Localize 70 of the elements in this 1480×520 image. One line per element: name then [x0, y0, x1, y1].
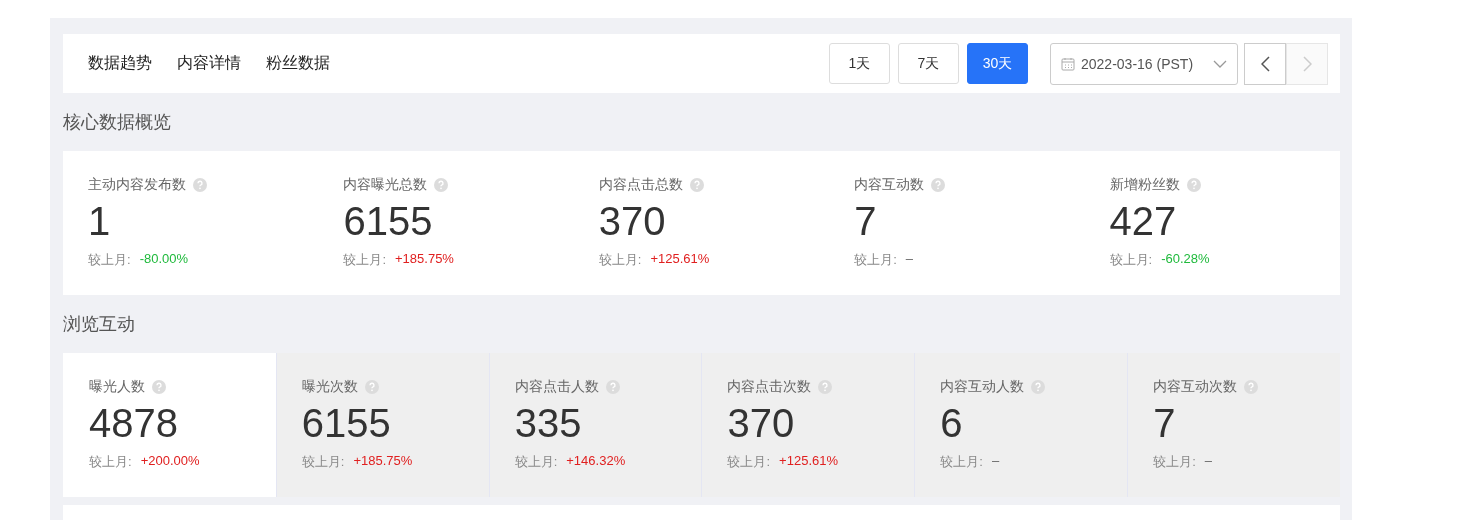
metric-value: 4878	[89, 400, 178, 447]
metric-label: 曝光次数	[301, 378, 358, 396]
metric-label: 新增粉丝数	[1109, 176, 1180, 194]
metric-value: 6	[940, 400, 963, 447]
section-title: 浏览互动	[63, 313, 136, 336]
change-value: –	[991, 453, 1000, 470]
change-value: –	[1204, 453, 1212, 470]
compare-label: 较上月:	[854, 251, 897, 269]
metric-label: 内容点击次数	[727, 378, 812, 396]
help-icon	[1244, 380, 1259, 394]
help-icon	[931, 178, 946, 192]
section-title: 核心数据概览	[63, 111, 172, 134]
change-value: +146.32%	[566, 453, 626, 470]
compare-label: 较上月:	[301, 453, 345, 471]
chevron-left-icon	[1260, 55, 1270, 72]
compare-label: 较上月:	[343, 251, 386, 269]
help-icon	[364, 380, 379, 394]
help-icon	[152, 380, 166, 394]
compare-label: 较上月:	[1153, 453, 1196, 471]
help-icon	[1186, 178, 1201, 192]
change-value: +125.61%	[650, 251, 710, 268]
metric-value: 427	[1109, 198, 1177, 245]
compare-label: 较上月:	[727, 453, 771, 471]
compare-label: 较上月:	[940, 453, 983, 471]
period-button[interactable]: 1天	[829, 43, 890, 84]
help-icon	[689, 178, 704, 192]
nav-tab[interactable]: 数据趋势	[88, 53, 152, 74]
nav-tab[interactable]: 内容详情	[177, 53, 241, 74]
metric-label: 内容曝光总数	[343, 176, 428, 194]
change-value: -80.00%	[139, 251, 189, 268]
metric-value: 6155	[301, 400, 391, 447]
help-icon	[818, 380, 833, 394]
metric-value: 7	[854, 198, 877, 245]
change-value: +185.75%	[353, 453, 413, 470]
date-picker[interactable]: 2022-03-16 (PST)	[1050, 42, 1238, 85]
change-value: +185.75%	[395, 251, 454, 268]
compare-label: 较上月:	[514, 453, 558, 471]
metric-label: 主动内容发布数	[88, 176, 186, 194]
help-icon	[193, 178, 207, 192]
compare-label: 较上月:	[88, 251, 131, 269]
help-icon	[605, 380, 620, 394]
change-value: +200.00%	[140, 453, 200, 470]
compare-label: 较上月:	[598, 251, 642, 269]
metric-label: 内容互动人数	[940, 378, 1025, 396]
previous-button[interactable]	[1244, 42, 1286, 85]
change-value: -60.28%	[1161, 251, 1210, 268]
chevron-down-icon	[1213, 59, 1227, 68]
calendar-icon	[1061, 56, 1075, 71]
period-button[interactable]: 30天	[967, 43, 1028, 84]
metric-label: 内容点击人数	[514, 378, 599, 396]
period-button[interactable]: 7天	[898, 43, 959, 84]
metric-label: 内容点击总数	[598, 176, 683, 194]
compare-label: 较上月:	[1109, 251, 1153, 269]
metric-label: 内容互动数	[854, 176, 925, 194]
metric-value: 335	[514, 400, 582, 447]
metric-value: 370	[598, 198, 666, 245]
change-value: +125.61%	[779, 453, 839, 470]
metric-card[interactable]: 曝光人数 4878 较上月: +200.00%	[63, 353, 276, 497]
metric-value: 7	[1153, 400, 1176, 447]
metric-value: 1	[88, 198, 111, 245]
nav-tab[interactable]: 粉丝数据	[266, 53, 330, 74]
help-icon	[434, 178, 449, 192]
metric-value: 6155	[343, 198, 433, 245]
help-icon	[1031, 380, 1046, 394]
chevron-right-icon	[1302, 55, 1312, 72]
metric-label: 曝光人数	[89, 378, 145, 396]
compare-label: 较上月:	[89, 453, 132, 471]
change-value: –	[905, 251, 914, 268]
metric-label: 内容互动次数	[1153, 378, 1238, 396]
metric-value: 370	[727, 400, 795, 447]
